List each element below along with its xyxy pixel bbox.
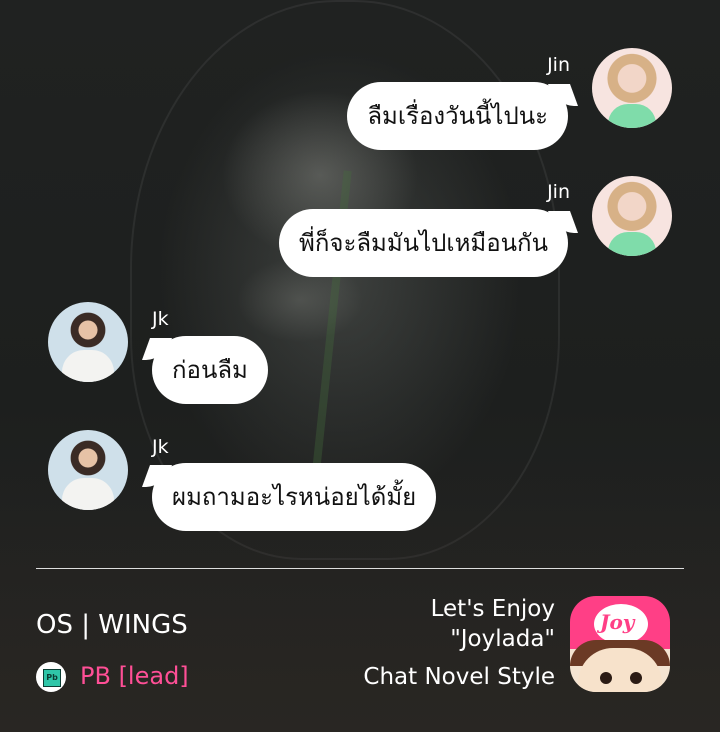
- logo-text: Joy: [600, 610, 635, 634]
- avatar-jk[interactable]: [48, 302, 128, 382]
- joylada-logo-icon[interactable]: Joy: [570, 596, 670, 692]
- footer-divider: [36, 568, 684, 569]
- pb-label[interactable]: PB [lead]: [80, 662, 189, 690]
- pb-badge-icon: Pb: [36, 662, 66, 692]
- sender-name: Jk: [152, 308, 169, 330]
- sender-name: Jin: [547, 181, 570, 203]
- avatar-jk[interactable]: [48, 430, 128, 510]
- promo-line-1: Let's Enjoy: [430, 596, 555, 622]
- message-bubble[interactable]: ลืมเรื่องวันนี้ไปนะ: [347, 82, 568, 150]
- sender-name: Jin: [547, 54, 570, 76]
- logo-eye: [600, 672, 612, 684]
- story-title: OS | WINGS: [36, 610, 188, 640]
- promo-line-3: Chat Novel Style: [363, 664, 555, 690]
- avatar-jin[interactable]: [592, 176, 672, 256]
- logo-eye: [630, 672, 642, 684]
- promo-line-2: "Joylada": [450, 626, 555, 652]
- message-bubble[interactable]: ผมถามอะไรหน่อยได้มั้ย: [152, 463, 437, 531]
- message-bubble[interactable]: ก่อนลืม: [152, 336, 268, 404]
- message-bubble[interactable]: พี่ก็จะลืมมันไปเหมือนกัน: [279, 209, 568, 277]
- sender-name: Jk: [152, 436, 169, 458]
- avatar-jin[interactable]: [592, 48, 672, 128]
